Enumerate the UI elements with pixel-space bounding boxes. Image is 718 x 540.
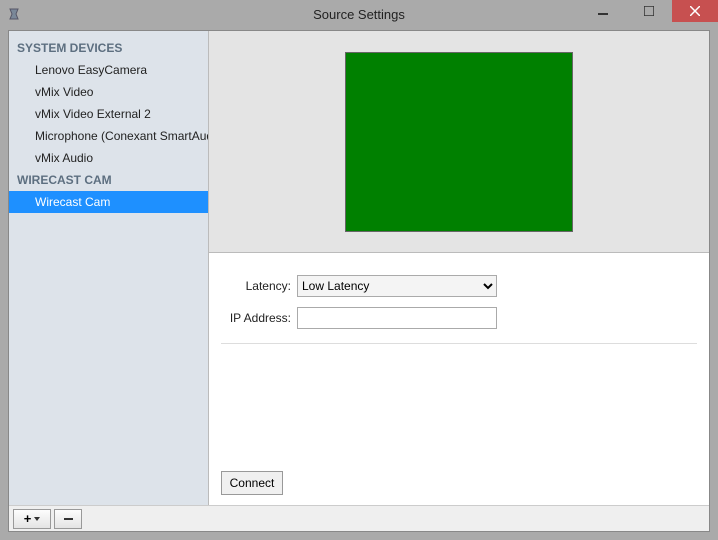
device-item-vmix-external[interactable]: vMix Video External 2 [9,103,208,125]
close-button[interactable] [672,0,718,22]
ip-input[interactable] [297,307,497,329]
latency-label: Latency: [221,279,291,293]
minus-icon [64,518,73,520]
preview-area [209,31,709,253]
minimize-button[interactable] [580,0,626,22]
latency-row: Latency: Low Latency [221,275,697,297]
chevron-down-icon [34,517,40,521]
right-pane: Latency: Low Latency IP Address: Connect [209,31,709,505]
video-preview [345,52,573,232]
ip-label: IP Address: [221,311,291,325]
section-header-wirecast: WIRECAST CAM [9,169,208,191]
device-sidebar: SYSTEM DEVICES Lenovo EasyCamera vMix Vi… [9,31,209,505]
device-item-vmix-audio[interactable]: vMix Audio [9,147,208,169]
device-item-lenovo[interactable]: Lenovo EasyCamera [9,59,208,81]
app-icon [6,6,22,22]
window-controls [580,0,718,22]
footer-bar: + [9,505,709,531]
device-item-wirecast-cam[interactable]: Wirecast Cam [9,191,208,213]
plus-icon: + [24,511,32,526]
ip-row: IP Address: [221,307,697,329]
window-root: Source Settings SYSTEM DEVICES Lenovo Ea… [0,0,718,540]
latency-select[interactable]: Low Latency [297,275,497,297]
device-item-vmix-video[interactable]: vMix Video [9,81,208,103]
settings-area: Latency: Low Latency IP Address: Connect [209,253,709,505]
divider [221,343,697,344]
section-header-system: SYSTEM DEVICES [9,37,208,59]
connect-button[interactable]: Connect [221,471,283,495]
maximize-button[interactable] [626,0,672,22]
main-area: SYSTEM DEVICES Lenovo EasyCamera vMix Vi… [9,31,709,505]
device-item-microphone[interactable]: Microphone (Conexant SmartAudi [9,125,208,147]
remove-source-button[interactable] [54,509,82,529]
titlebar[interactable]: Source Settings [0,0,718,28]
add-source-button[interactable]: + [13,509,51,529]
content-frame: SYSTEM DEVICES Lenovo EasyCamera vMix Vi… [8,30,710,532]
